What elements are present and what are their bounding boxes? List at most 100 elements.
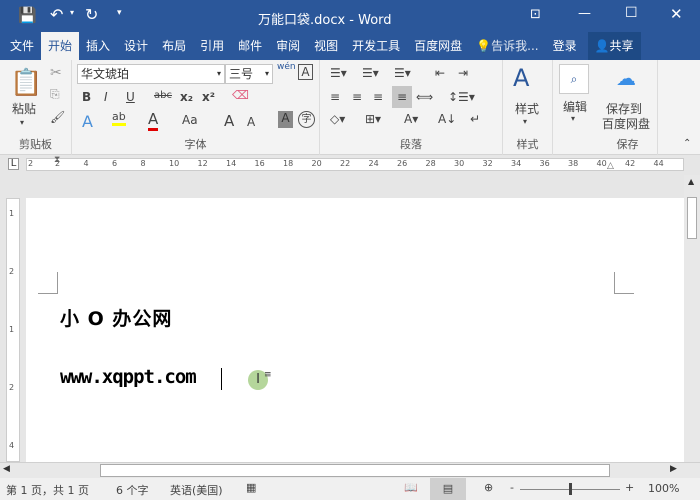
vertical-scrollbar[interactable]: ▲ [684,175,700,462]
find-icon[interactable]: ⌕ [559,64,589,94]
tab-selector[interactable]: L [8,158,19,170]
scroll-right-icon[interactable]: ▶ [670,464,677,474]
scroll-up-icon[interactable]: ▲ [688,177,694,186]
copy-icon[interactable]: ⎘ [50,87,60,102]
tell-me[interactable]: 💡告诉我... [469,32,545,60]
cut-icon[interactable]: ✂ [50,65,62,81]
styles-icon[interactable]: A [513,64,529,92]
doc-line-1[interactable]: 小 O 办公网 [60,304,172,331]
tab-design[interactable]: 设计 [117,32,155,60]
justify-icon[interactable]: ≡ [392,86,412,108]
zoom-out-icon[interactable]: - [510,481,514,494]
highlight-icon[interactable]: ab [112,110,126,126]
bold-button[interactable]: B [82,90,91,104]
font-label: 字体 [72,136,319,152]
page-count[interactable]: 第 1 页，共 1 页 [6,482,89,498]
styles-dropdown-icon[interactable]: ▾ [523,117,527,126]
redo-icon[interactable]: ↻ [85,5,98,24]
distributed-icon[interactable]: ⟺ [416,90,433,104]
asian-layout-icon[interactable]: A▾ [404,112,418,126]
phonetic-guide-icon[interactable]: wén [277,62,296,72]
align-right-icon[interactable]: ≡ [373,90,383,104]
change-case-button[interactable]: Aa [182,113,198,127]
superscript-button[interactable]: x² [202,90,215,104]
tab-view[interactable]: 视图 [307,32,345,60]
char-shading-button[interactable]: A [278,111,293,128]
editing-dropdown-icon[interactable]: ▾ [571,114,575,123]
italic-button[interactable]: I [104,90,108,104]
borders-icon[interactable]: ⊞▾ [365,112,381,126]
text-effects-icon[interactable]: A [82,112,93,131]
paste-icon[interactable]: 📋 [10,68,42,98]
language[interactable]: 英语(美国) [170,482,223,498]
read-mode-icon[interactable]: 📖 [404,481,418,494]
horizontal-scrollbar[interactable]: ◀ ▶ [0,462,700,478]
horizontal-ruler[interactable]: L 22468101214161820222426283032343638404… [0,155,700,175]
sort-icon[interactable]: A↓ [438,112,456,126]
minimize-icon[interactable]: — [578,6,591,21]
font-size-combo[interactable]: 三号▾ [225,64,273,84]
print-layout-icon[interactable]: ▤ [430,478,466,500]
grow-font-button[interactable]: A [224,112,234,130]
customize-qat-icon[interactable]: ▾ [117,8,122,18]
styles-button[interactable]: 样式 [515,100,539,117]
web-layout-icon[interactable]: ⊕ [484,481,493,494]
undo-icon[interactable]: ↶ [50,5,63,24]
zoom-slider-thumb[interactable] [569,483,572,495]
align-center-icon[interactable]: ≡ [352,90,362,104]
undo-dropdown-icon[interactable]: ▾ [70,8,74,17]
show-marks-icon[interactable]: ↵ [470,112,480,126]
underline-button[interactable]: U [126,90,135,104]
tab-layout[interactable]: 布局 [155,32,193,60]
horizontal-scroll-thumb[interactable] [100,464,610,477]
strikethrough-button[interactable]: abc [154,90,172,101]
tab-mailings[interactable]: 邮件 [231,32,269,60]
decrease-indent-icon[interactable]: ⇤ [435,66,445,80]
baidu-cloud-icon[interactable]: ☁ [616,66,636,90]
tab-insert[interactable]: 插入 [79,32,117,60]
line-spacing-icon[interactable]: ↕☰▾ [448,90,475,104]
scroll-left-icon[interactable]: ◀ [3,464,10,474]
right-indent-marker[interactable]: △ [607,161,614,171]
font-name-combo[interactable]: 华文琥珀▾ [77,64,225,84]
font-color-icon[interactable]: A [148,110,158,131]
ribbon-display-icon[interactable]: ⊡ [530,7,541,22]
paste-button[interactable]: 粘贴 [12,100,36,117]
numbering-icon[interactable]: ☰▾ [362,66,379,80]
save-icon[interactable]: 💾 [18,6,37,24]
tab-home[interactable]: 开始 [41,32,79,60]
vertical-ruler[interactable]: 12124 [6,198,20,462]
shrink-font-button[interactable]: A [247,115,255,129]
align-left-icon[interactable]: ≡ [330,90,340,104]
format-painter-icon[interactable]: 🖌 [50,110,65,124]
clear-formatting-icon[interactable]: ⌫ [232,88,249,102]
editing-button[interactable]: 编辑 [563,98,587,115]
login-link[interactable]: 登录 [546,32,584,60]
multilevel-list-icon[interactable]: ☰▾ [394,66,411,80]
share-button[interactable]: 👤共享 [588,32,641,60]
subscript-button[interactable]: x₂ [180,90,193,104]
save-to-baidu-line2[interactable]: 百度网盘 [602,115,650,132]
vertical-scroll-thumb[interactable] [687,197,697,239]
close-icon[interactable]: ✕ [670,5,683,23]
tab-baidu[interactable]: 百度网盘 [407,32,469,60]
enclose-chars-button[interactable]: 字 [298,111,315,128]
maximize-icon[interactable]: ☐ [625,5,638,21]
document-page[interactable]: 小 O 办公网 www.xqppt.com I ≡ [26,198,684,462]
paste-dropdown-icon[interactable]: ▾ [20,118,24,127]
word-count[interactable]: 6 个字 [116,482,149,498]
tab-developer[interactable]: 开发工具 [345,32,407,60]
tab-review[interactable]: 审阅 [269,32,307,60]
bullets-icon[interactable]: ☰▾ [330,66,347,80]
shading-icon[interactable]: ◇▾ [330,112,345,126]
char-border-icon[interactable]: A [298,64,313,80]
indent-marker[interactable]: ⧗ [54,155,60,165]
zoom-in-icon[interactable]: + [625,481,634,494]
tab-file[interactable]: 文件 [0,32,41,60]
tab-references[interactable]: 引用 [193,32,231,60]
increase-indent-icon[interactable]: ⇥ [458,66,468,80]
zoom-level[interactable]: 100% [648,482,679,495]
macro-record-icon[interactable]: ▦ [246,481,256,494]
collapse-ribbon-icon[interactable]: ⌃ [683,138,691,149]
doc-line-2[interactable]: www.xqppt.com [60,366,196,388]
